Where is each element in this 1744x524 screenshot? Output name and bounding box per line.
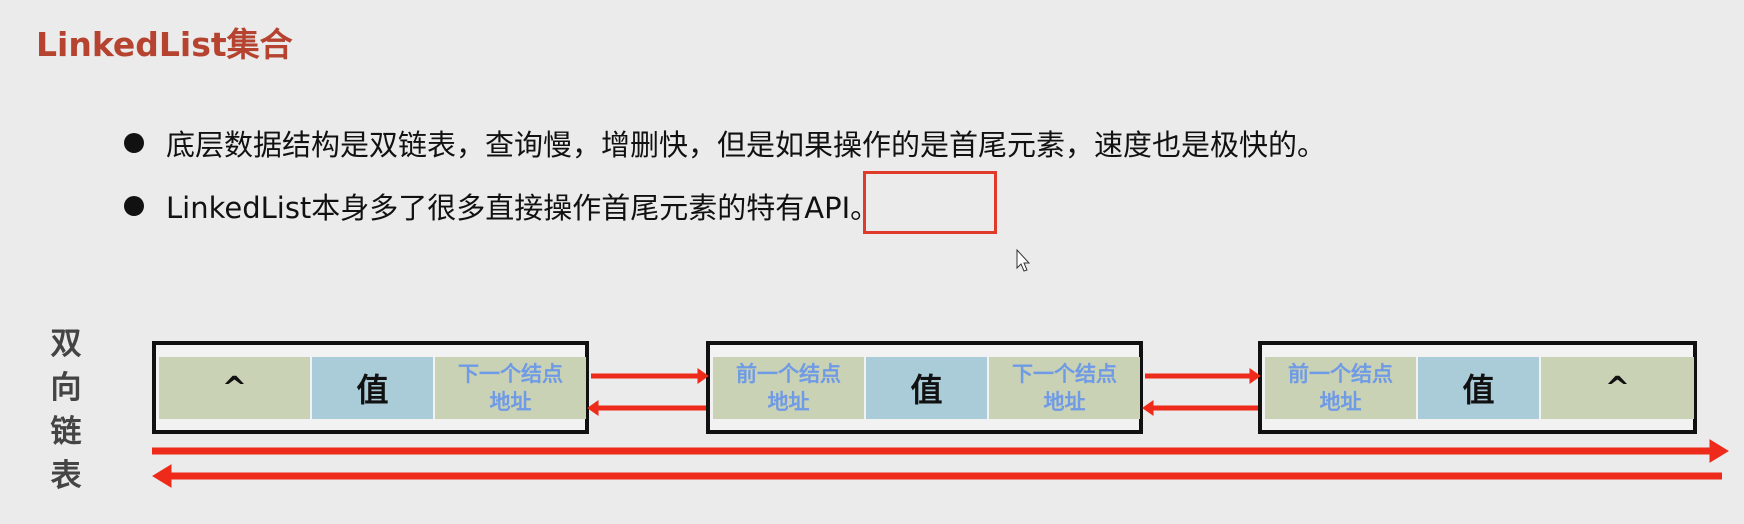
arrow-left-icon <box>587 400 706 416</box>
arrow-right-icon <box>1145 368 1261 384</box>
long-arrow-left-icon <box>152 464 1722 488</box>
mouse-cursor-icon <box>1016 248 1031 272</box>
arrows-layer <box>152 248 1729 488</box>
arrow-right-icon <box>591 368 709 384</box>
long-arrow-right-icon <box>152 439 1729 463</box>
arrow-left-icon <box>1142 400 1258 416</box>
